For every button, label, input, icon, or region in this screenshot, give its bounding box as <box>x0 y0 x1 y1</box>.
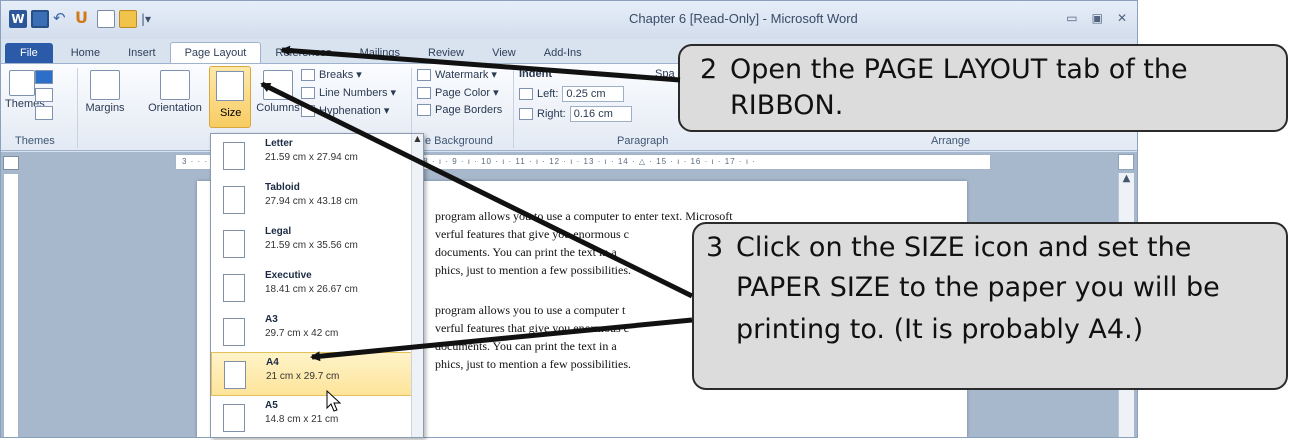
arrow-to-a4-option <box>310 317 693 362</box>
mouse-pointer-icon <box>326 390 342 412</box>
arrow-to-size-button <box>260 81 694 299</box>
arrow-to-page-layout-tab <box>280 45 681 83</box>
annotation-arrows <box>260 45 694 362</box>
